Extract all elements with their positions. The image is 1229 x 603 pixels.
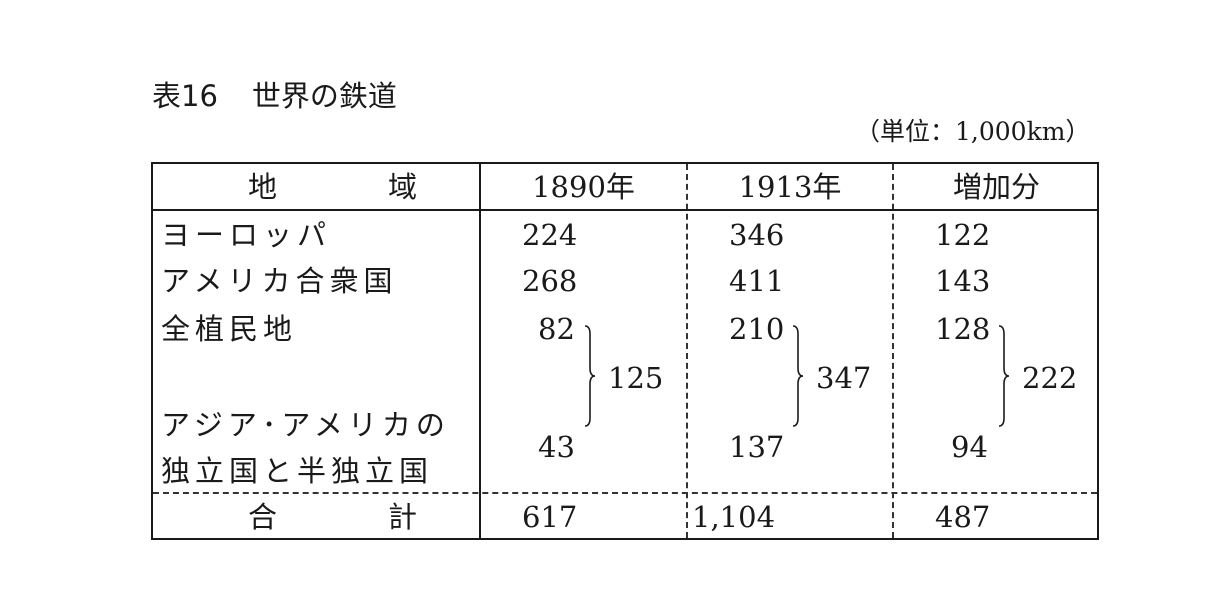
right-brace-1890	[583, 324, 597, 428]
total-increase: 487	[935, 500, 991, 534]
header-region-left: 地	[248, 170, 278, 204]
right-brace-increase	[997, 324, 1011, 428]
column-divider-region	[479, 164, 481, 538]
subtotal-increase: 222	[1022, 361, 1078, 395]
total-1913: 1,104	[692, 500, 776, 534]
total-label-left: 合	[248, 500, 278, 534]
row-label-europe: ヨーロッパ	[161, 218, 332, 252]
unit-note: （単位：1,000km）	[855, 117, 1091, 146]
value-asia-america-1913: 137	[729, 430, 785, 464]
value-colonies-1913: 210	[729, 312, 785, 346]
row-label-colonies: 全植民地	[161, 312, 298, 346]
column-divider-1913	[892, 164, 894, 538]
value-colonies-1890: 82	[538, 312, 575, 346]
value-europe-1913: 346	[729, 218, 785, 252]
table-title: 表16 世界の鉄道	[152, 76, 397, 116]
subtotal-1890: 125	[608, 361, 664, 395]
row-label-usa: アメリカ合衆国	[161, 264, 398, 298]
header-divider	[153, 209, 1097, 211]
value-usa-1913: 411	[729, 264, 785, 298]
value-usa-1890: 268	[522, 264, 578, 298]
total-label-right: 計	[388, 500, 418, 534]
value-usa-diff: 143	[935, 264, 991, 298]
row-label-asia-america-line2: 独立国と半独立国	[161, 454, 434, 488]
row-label-asia-america-line1: アジア･アメリカの	[161, 408, 450, 442]
header-region-right: 域	[388, 170, 418, 204]
value-europe-diff: 122	[935, 218, 991, 252]
table-number: 表16	[152, 79, 218, 113]
table-title-text: 世界の鉄道	[251, 79, 397, 113]
value-asia-america-1890: 43	[538, 430, 575, 464]
railway-table: 地 域 1890年 1913年 増加分 ヨーロッパ 224 346 122 アメ…	[151, 162, 1099, 540]
column-divider-1890	[686, 164, 688, 538]
subtotal-1913: 347	[816, 361, 872, 395]
value-asia-america-diff: 94	[951, 430, 988, 464]
total-1890: 617	[522, 500, 578, 534]
value-colonies-diff: 128	[935, 312, 991, 346]
total-divider	[153, 492, 1097, 494]
header-1913: 1913年	[738, 170, 842, 204]
header-1890: 1890年	[532, 170, 635, 204]
right-brace-1913	[791, 324, 805, 428]
value-europe-1890: 224	[522, 218, 578, 252]
header-increase: 増加分	[952, 170, 1040, 204]
